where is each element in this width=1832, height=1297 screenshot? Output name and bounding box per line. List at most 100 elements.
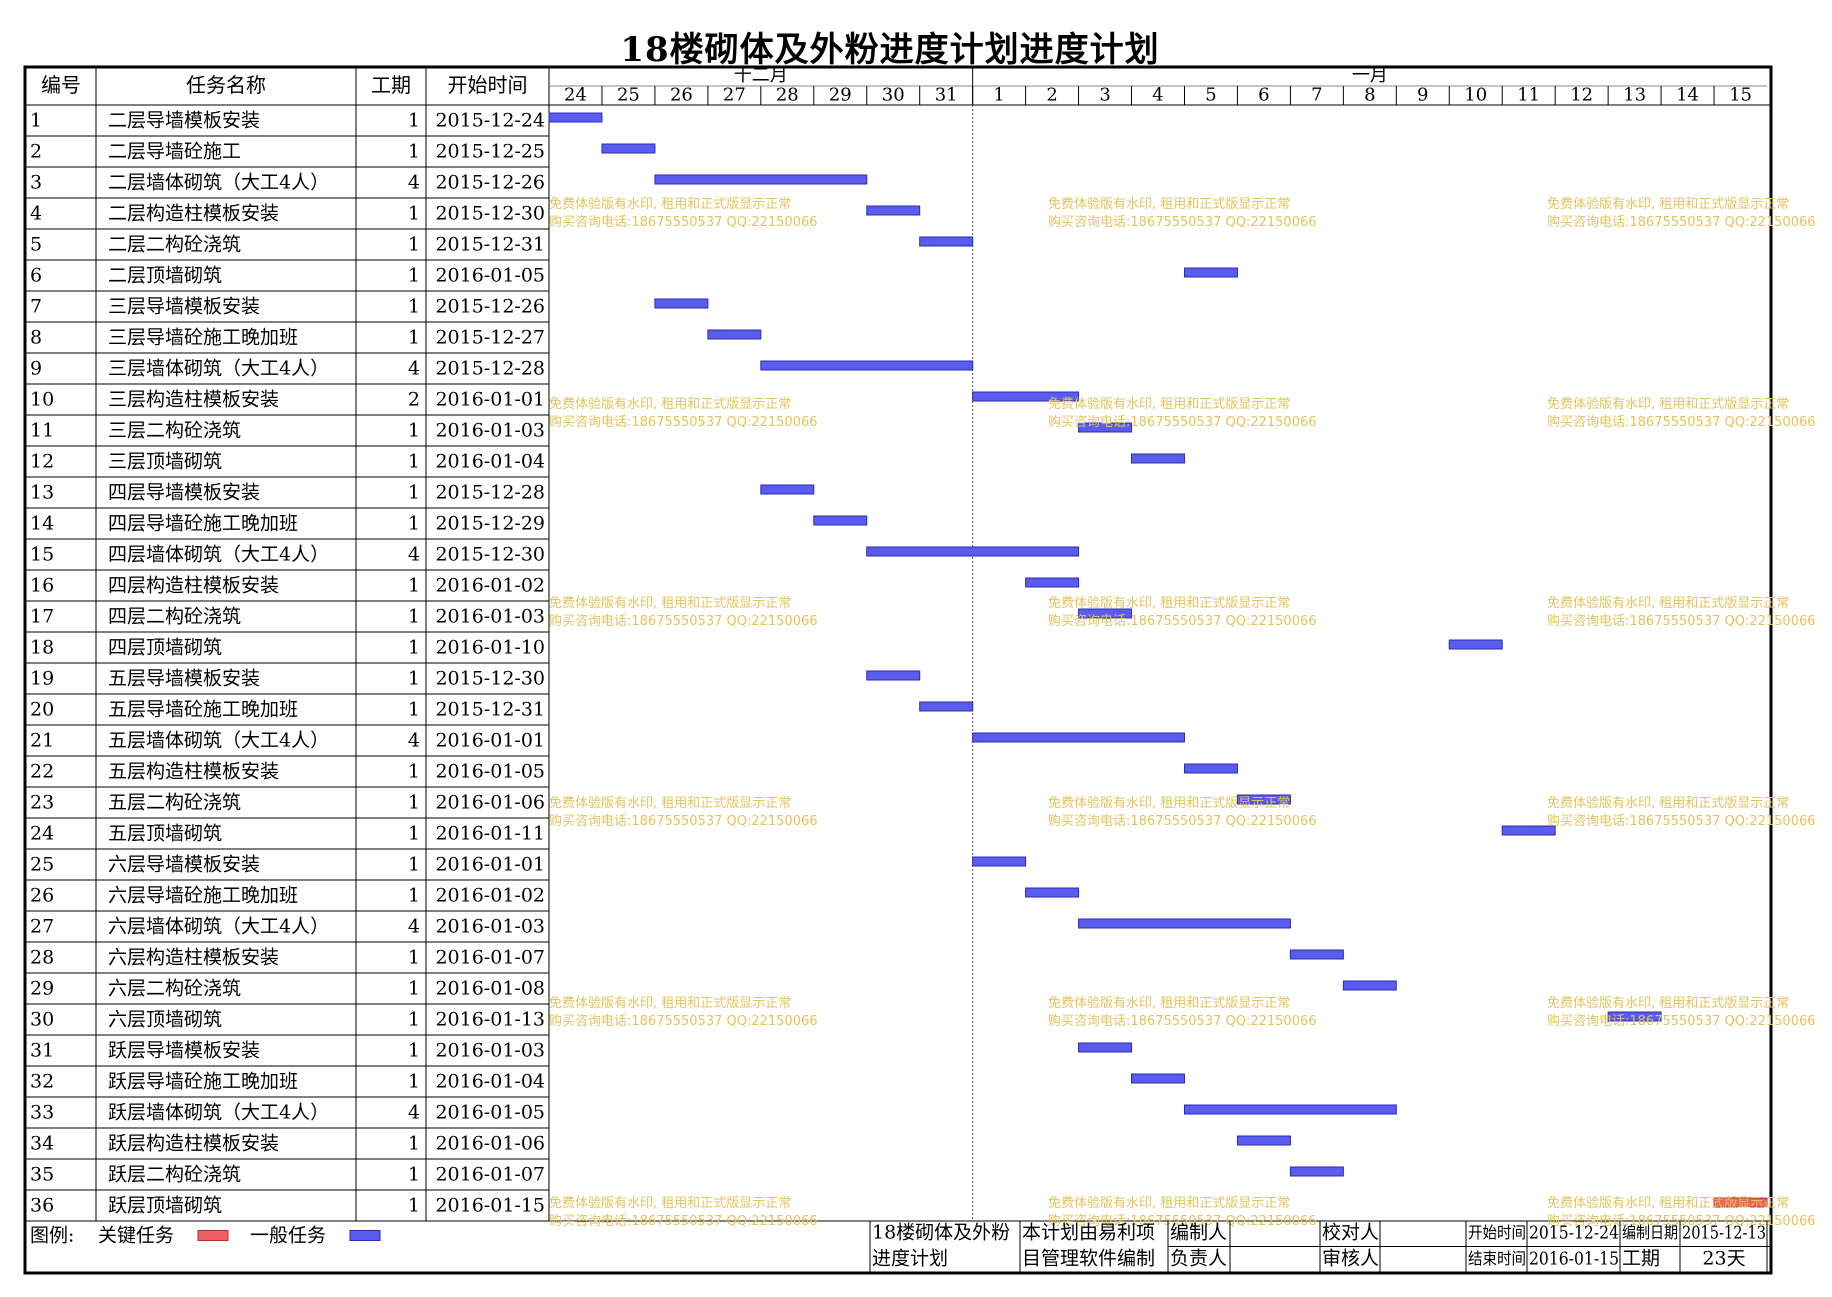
task-bar <box>813 515 868 526</box>
task-id: 7 <box>30 296 42 318</box>
task-id: 23 <box>30 792 54 814</box>
column-header-id: 编号 <box>41 73 81 97</box>
task-duration: 1 <box>408 699 420 721</box>
task-id: 22 <box>30 761 54 783</box>
task-bar <box>1025 577 1080 588</box>
task-duration: 1 <box>408 420 420 442</box>
task-name: 五层二构砼浇筑 <box>108 792 241 814</box>
task-start: 2015-12-26 <box>435 172 545 194</box>
task-duration: 1 <box>408 1195 420 1217</box>
watermark-line-2: 购买咨询电话:18675550537 QQ:22150066 <box>1547 1013 1816 1029</box>
task-id: 21 <box>30 730 54 752</box>
task-duration: 4 <box>408 544 420 566</box>
task-id: 24 <box>30 823 54 845</box>
task-duration: 1 <box>408 606 420 628</box>
task-start: 2016-01-03 <box>435 420 545 442</box>
task-start: 2016-01-05 <box>435 265 545 287</box>
task-bar <box>919 236 974 247</box>
watermark-line-2: 购买咨询电话:18675550537 QQ:22150066 <box>1048 214 1317 230</box>
task-start: 2016-01-15 <box>435 1195 545 1217</box>
watermark-line-1: 免费体验版有水印, 租用和正式版显示正常 <box>549 595 791 611</box>
task-duration: 1 <box>408 1040 420 1062</box>
task-duration: 1 <box>408 823 420 845</box>
task-bar <box>1236 1135 1291 1146</box>
task-id: 18 <box>30 637 54 659</box>
task-bar <box>866 546 1080 557</box>
task-name: 二层构造柱模板安装 <box>108 203 279 225</box>
day-label: 30 <box>882 85 905 106</box>
watermark-line-2: 购买咨询电话:18675550537 QQ:22150066 <box>1048 414 1317 430</box>
task-start: 2016-01-11 <box>435 823 545 845</box>
watermark-line-1: 免费体验版有水印, 租用和正式版显示正常 <box>1048 595 1290 611</box>
task-name: 四层顶墙砌筑 <box>108 637 222 659</box>
task-start: 2015-12-30 <box>435 668 545 690</box>
watermark-line-2: 购买咨询电话:18675550537 QQ:22150066 <box>1547 414 1816 430</box>
task-name: 六层二构砼浇筑 <box>108 978 241 1000</box>
task-duration: 4 <box>408 358 420 380</box>
task-bar <box>1289 1166 1344 1177</box>
task-bar <box>548 112 603 123</box>
watermark-line-1: 免费体验版有水印, 租用和正式版显示正常 <box>1048 795 1290 811</box>
watermark-line-2: 购买咨询电话:18675550537 QQ:22150066 <box>1547 214 1816 230</box>
task-duration: 1 <box>408 1071 420 1093</box>
day-label: 26 <box>670 85 693 106</box>
watermark-line-2: 购买咨询电话:18675550537 QQ:22150066 <box>549 414 818 430</box>
day-label: 28 <box>776 85 799 106</box>
task-start: 2015-12-27 <box>435 327 545 349</box>
day-label: 15 <box>1729 85 1752 106</box>
task-start: 2016-01-08 <box>435 978 545 1000</box>
task-id: 10 <box>30 389 54 411</box>
task-id: 36 <box>30 1195 54 1217</box>
legend-normal-label: 一般任务 <box>250 1225 326 1247</box>
watermark-line-2: 购买咨询电话:18675550537 QQ:22150066 <box>1048 813 1317 829</box>
task-duration: 1 <box>408 668 420 690</box>
task-name: 二层二构砼浇筑 <box>108 234 241 256</box>
task-start: 2015-12-30 <box>435 203 545 225</box>
footer-author-label: 编制人 <box>1170 1222 1227 1244</box>
task-duration: 1 <box>408 637 420 659</box>
watermark-line-2: 购买咨询电话:18675550537 QQ:22150066 <box>1547 813 1816 829</box>
task-duration: 1 <box>408 1009 420 1031</box>
footer-checker-label: 校对人 <box>1322 1222 1379 1244</box>
task-id: 35 <box>30 1164 54 1186</box>
task-id: 20 <box>30 699 54 721</box>
task-name: 二层导墙模板安装 <box>108 110 260 132</box>
task-bar <box>1289 949 1344 960</box>
watermark-line-1: 免费体验版有水印, 租用和正式版显示正常 <box>549 396 791 412</box>
task-bar <box>866 670 921 681</box>
task-id: 30 <box>30 1009 54 1031</box>
task-id: 17 <box>30 606 54 628</box>
task-name: 跃层二构砼浇筑 <box>108 1164 241 1186</box>
watermark-line-2: 购买咨询电话:18675550537 QQ:22150066 <box>1547 613 1816 629</box>
task-duration: 1 <box>408 854 420 876</box>
task-name: 四层构造柱模板安装 <box>108 575 279 597</box>
task-start: 2015-12-24 <box>435 110 545 132</box>
task-id: 28 <box>30 947 54 969</box>
task-name: 六层导墙模板安装 <box>108 854 260 876</box>
task-bar <box>654 298 709 309</box>
task-name: 三层二构砼浇筑 <box>108 420 241 442</box>
day-label: 1 <box>993 85 1004 106</box>
task-name: 三层导墙模板安装 <box>108 296 260 318</box>
task-id: 33 <box>30 1102 54 1124</box>
day-label: 12 <box>1570 85 1593 106</box>
day-label: 8 <box>1364 85 1375 106</box>
task-duration: 1 <box>408 947 420 969</box>
task-duration: 1 <box>408 575 420 597</box>
task-name: 四层二构砼浇筑 <box>108 606 241 628</box>
task-id: 34 <box>30 1133 54 1155</box>
task-bar <box>919 701 974 712</box>
task-duration: 4 <box>408 172 420 194</box>
task-name: 跃层导墙模板安装 <box>108 1040 260 1062</box>
watermark-line-1: 免费体验版有水印, 租用和正式版显示正常 <box>1547 795 1789 811</box>
footer-end-value: 2016-01-15 <box>1529 1249 1619 1270</box>
task-id: 3 <box>30 172 42 194</box>
task-id: 25 <box>30 854 54 876</box>
task-start: 2016-01-05 <box>435 761 545 783</box>
month-label: 一月 <box>1352 65 1388 86</box>
task-bar <box>760 484 815 495</box>
task-id: 2 <box>30 141 42 163</box>
watermark-line-1: 免费体验版有水印, 租用和正式版显示正常 <box>1048 196 1290 212</box>
legend-critical-swatch <box>197 1230 229 1241</box>
task-bar <box>1183 267 1238 278</box>
